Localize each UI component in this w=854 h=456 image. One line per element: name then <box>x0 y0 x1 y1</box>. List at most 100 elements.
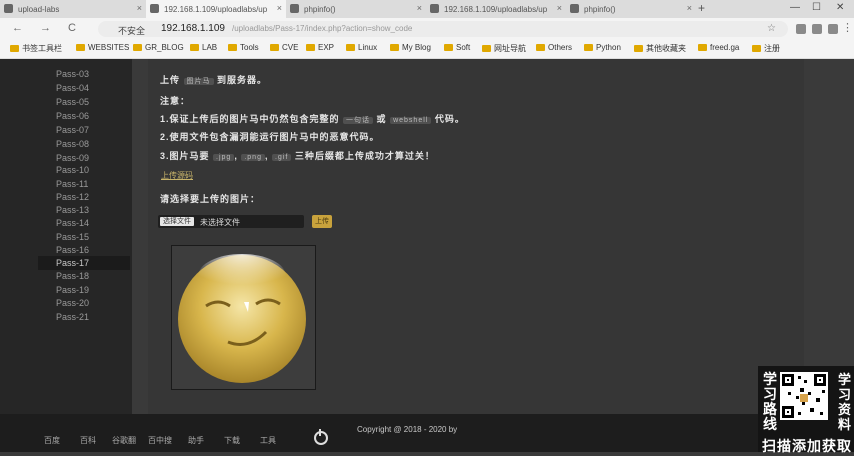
sidebar-item-pass-18[interactable]: Pass-18 <box>38 269 130 283</box>
inline-code: .jpg <box>213 154 235 161</box>
tab-close-icon[interactable]: × <box>687 3 692 13</box>
bookmark-item[interactable]: CVE <box>270 43 298 52</box>
minimize-button[interactable]: — <box>790 2 800 13</box>
bookmarks-bar: 书签工具栏 WEBSITES GR_BLOG LAB Tools CVE EXP… <box>0 40 854 59</box>
extension-icon[interactable] <box>796 24 806 34</box>
inline-code: 图片马 <box>183 78 214 85</box>
smiley-face-image <box>178 254 306 383</box>
tab-favicon-icon <box>570 4 579 13</box>
browser-tab[interactable]: phpinfo() × <box>286 0 426 18</box>
sidebar-item-pass-03[interactable]: Pass-03 <box>38 67 130 81</box>
bookmark-item[interactable]: Linux <box>346 43 377 52</box>
maximize-button[interactable]: ☐ <box>812 2 821 13</box>
bookmark-item[interactable]: LAB <box>190 43 217 52</box>
folder-icon <box>133 44 142 51</box>
ad-bottom-text: 扫描添加获取 <box>762 438 852 454</box>
browser-tab-active[interactable]: 192.168.1.109/uploadlabs/up × <box>146 0 286 18</box>
bookmark-star-icon[interactable]: ☆ <box>767 23 776 34</box>
sidebar-item-pass-13[interactable]: Pass-13 <box>38 203 130 217</box>
inline-code: .png <box>241 154 265 161</box>
footer: Copyright @ 2018 - 2020 by 百度 百科 谷歌翻 百中搜… <box>0 414 854 452</box>
taskbar-item[interactable]: 工具 <box>250 435 286 447</box>
no-file-label: 未选择文件 <box>200 218 240 227</box>
inline-code: 一句话 <box>343 117 374 124</box>
taskbar-item[interactable]: 助手 <box>178 435 214 447</box>
task-description: 上传 图片马 到服务器。 <box>160 75 268 85</box>
sidebar-item-pass-15[interactable]: Pass-15 <box>38 230 130 244</box>
reload-button[interactable]: C <box>68 22 76 34</box>
folder-icon <box>584 44 593 51</box>
extension-icon[interactable] <box>812 24 822 34</box>
folder-icon <box>10 45 19 52</box>
tab-favicon-icon <box>290 4 299 13</box>
folder-icon <box>76 44 85 51</box>
sidebar-item-pass-06[interactable]: Pass-06 <box>38 109 130 123</box>
forward-button[interactable]: → <box>40 22 51 34</box>
sidebar-item-pass-19[interactable]: Pass-19 <box>38 283 130 297</box>
back-button[interactable]: ← <box>12 22 23 34</box>
bookmark-item[interactable]: My Blog <box>390 43 431 52</box>
bookmark-item[interactable]: 注册 <box>752 43 780 54</box>
qr-overlay-ad: 学习路线 学习资料 扫描添加获取 <box>758 366 854 454</box>
file-input[interactable]: 选择文件 未选择文件 <box>158 215 304 228</box>
taskbar-item[interactable]: 百度 <box>34 435 70 447</box>
note-item-2: 2.使用文件包含漏洞能运行图片马中的恶意代码。 <box>160 132 380 142</box>
ad-vertical-text: 学习路线 <box>763 371 777 432</box>
browser-tab-strip: upload-labs × 192.168.1.109/uploadlabs/u… <box>0 0 854 18</box>
note-item-3: 3.图片马要 .jpg, .png, .gif 三种后缀都上传成功才算过关！ <box>160 151 435 161</box>
inline-code: webshell <box>390 117 432 124</box>
folder-icon <box>306 44 315 51</box>
menu-icon[interactable]: ⋮ <box>842 21 853 34</box>
sidebar-item-pass-05[interactable]: Pass-05 <box>38 95 130 109</box>
url-text[interactable]: 192.168.1.109 <box>161 23 225 34</box>
tab-close-icon[interactable]: × <box>137 3 142 13</box>
sidebar-item-pass-04[interactable]: Pass-04 <box>38 81 130 95</box>
folder-icon <box>634 45 643 52</box>
bookmark-item[interactable]: freed.ga <box>698 43 739 52</box>
taskbar-item[interactable]: 下载 <box>214 435 250 447</box>
browser-tab[interactable]: 192.168.1.109/uploadlabs/up × <box>426 0 566 18</box>
upload-button[interactable]: 上传 <box>312 215 332 228</box>
sidebar-item-pass-07[interactable]: Pass-07 <box>38 123 130 137</box>
new-tab-button[interactable]: + <box>698 1 705 15</box>
bookmark-item[interactable]: Tools <box>228 43 259 52</box>
bookmark-item[interactable]: Soft <box>444 43 470 52</box>
tab-close-icon[interactable]: × <box>557 3 562 13</box>
profile-icon[interactable] <box>828 24 838 34</box>
sidebar-item-pass-12[interactable]: Pass-12 <box>38 190 130 204</box>
tab-favicon-icon <box>150 4 159 13</box>
url-path-text[interactable]: /uploadlabs/Pass-17/index.php?action=sho… <box>232 24 412 33</box>
taskbar-item[interactable]: 谷歌翻 <box>106 435 142 447</box>
folder-icon <box>444 44 453 51</box>
close-window-button[interactable]: ✕ <box>836 2 844 13</box>
bookmark-item[interactable]: 书签工具栏 <box>10 43 62 54</box>
folder-icon <box>482 45 491 52</box>
bookmark-item[interactable]: 其他收藏夹 <box>634 43 686 54</box>
bookmark-item[interactable]: Others <box>536 43 572 52</box>
bookmark-item[interactable]: 网址导航 <box>482 43 526 54</box>
taskbar-item[interactable]: 百科 <box>70 435 106 447</box>
sidebar-item-pass-08[interactable]: Pass-08 <box>38 137 130 151</box>
sidebar-item-pass-11[interactable]: Pass-11 <box>38 177 130 191</box>
browser-tab[interactable]: upload-labs × <box>0 0 146 18</box>
sidebar-item-pass-14[interactable]: Pass-14 <box>38 216 130 230</box>
bookmark-item[interactable]: Python <box>584 43 621 52</box>
page-content: Pass-03 Pass-04 Pass-05 Pass-06 Pass-07 … <box>0 59 854 414</box>
sidebar-item-pass-17[interactable]: Pass-17 <box>38 256 130 270</box>
show-source-link[interactable]: 上传源码 <box>161 170 193 181</box>
sidebar-item-pass-20[interactable]: Pass-20 <box>38 296 130 310</box>
browser-tab[interactable]: phpinfo() × <box>566 0 696 18</box>
choose-file-button[interactable]: 选择文件 <box>160 217 194 226</box>
notice-title: 注意： <box>160 96 191 106</box>
tab-close-icon[interactable]: × <box>417 3 422 13</box>
tab-close-icon[interactable]: × <box>277 3 282 13</box>
security-label[interactable]: 不安全 <box>118 24 145 37</box>
bookmark-item[interactable]: GR_BLOG <box>133 43 184 52</box>
sidebar-item-pass-21[interactable]: Pass-21 <box>38 310 130 324</box>
taskbar-item[interactable]: 百中搜 <box>142 435 178 447</box>
bookmark-item[interactable]: WEBSITES <box>76 43 129 52</box>
sidebar-item-pass-16[interactable]: Pass-16 <box>38 243 130 257</box>
power-icon[interactable] <box>314 429 328 445</box>
bookmark-item[interactable]: EXP <box>306 43 334 52</box>
sidebar-item-pass-10[interactable]: Pass-10 <box>38 163 130 177</box>
